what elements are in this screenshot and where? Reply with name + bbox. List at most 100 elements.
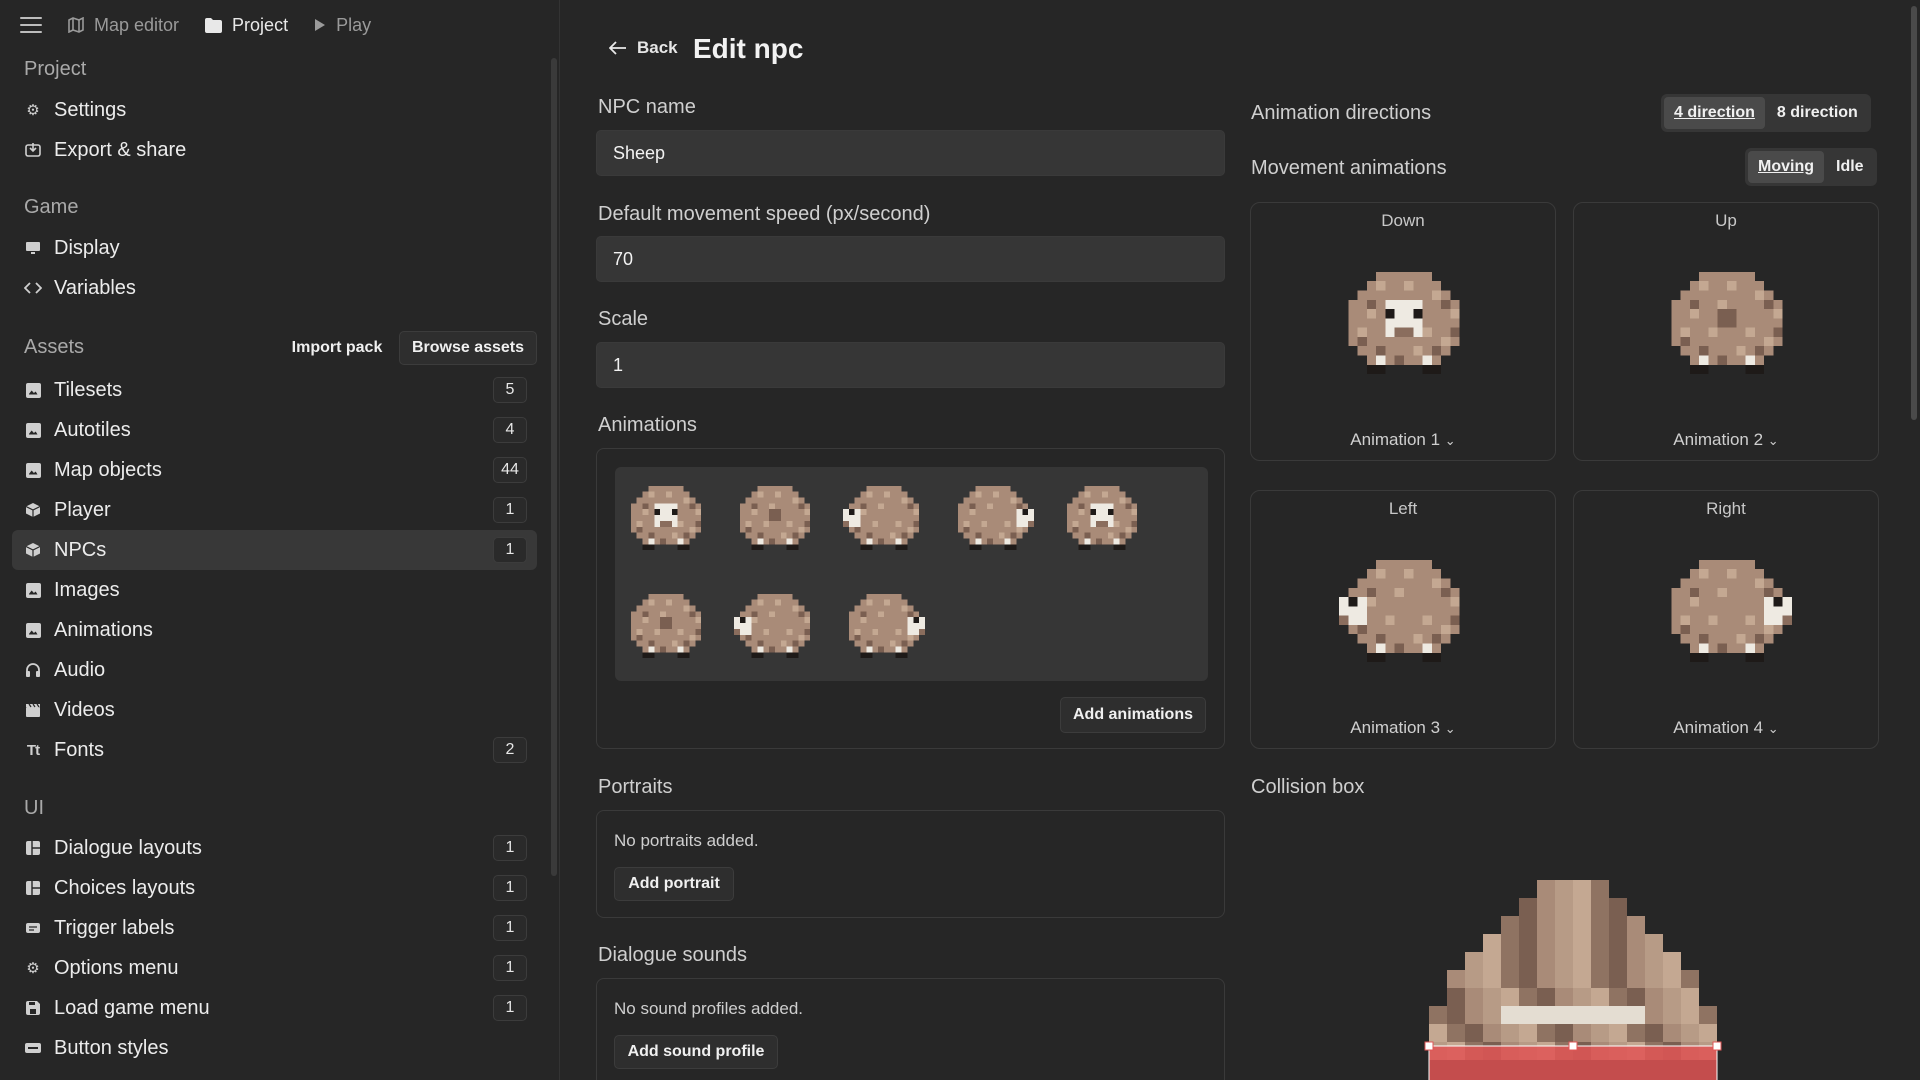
direction-card-up: Up Animation 2 ⌄ [1573, 202, 1879, 461]
image-icon [24, 421, 42, 439]
nav-project[interactable]: Project [205, 15, 288, 36]
layout-icon [24, 839, 42, 857]
cube-icon [24, 541, 42, 559]
collision-box-label: Collision box [1251, 776, 1365, 798]
sidebar-item-images[interactable]: Images [12, 570, 537, 610]
sidebar-item-label: Autotiles [54, 418, 131, 441]
sidebar-item-audio[interactable]: Audio [12, 650, 537, 690]
speed-label: Default movement speed (px/second) [598, 203, 931, 225]
main-scrollbar[interactable] [1908, 0, 1920, 420]
four-direction-option[interactable]: 4 direction [1664, 97, 1765, 129]
cube-icon [24, 501, 42, 519]
animation-select[interactable]: Animation 1 ⌄ [1251, 430, 1555, 450]
direction-card-title: Down [1381, 211, 1425, 230]
play-icon [315, 19, 326, 31]
sidebar-item-npcs[interactable]: NPCs 1 [12, 530, 537, 570]
animation-select-value: Animation 4 [1673, 718, 1764, 737]
sidebar-item-label: Display [54, 236, 120, 259]
sidebar-scrollbar[interactable] [551, 58, 557, 876]
clapper-icon [24, 701, 42, 719]
add-animations-button[interactable]: Add animations [1060, 697, 1206, 733]
sidebar-item-label: Button styles [54, 1036, 169, 1059]
animations-grid [615, 467, 1208, 681]
section-title-assets: Assets [24, 336, 85, 358]
sidebar-item-choices-layouts[interactable]: Choices layouts 1 [12, 868, 537, 908]
section-title-game: Game [24, 196, 79, 218]
sidebar-item-videos[interactable]: Videos [12, 690, 537, 730]
sidebar-item-label: Fonts [54, 738, 105, 761]
code-icon [24, 279, 42, 297]
scale-label: Scale [598, 308, 649, 330]
animation-thumbnail[interactable] [843, 477, 925, 565]
chevron-down-icon: ⌄ [1444, 433, 1456, 448]
sidebar-item-load-game-menu[interactable]: Load game menu 1 [12, 988, 537, 1028]
section-title-ui: UI [24, 797, 44, 819]
back-button[interactable]: Back [609, 38, 678, 58]
sidebar-item-autotiles[interactable]: Autotiles 4 [12, 410, 537, 450]
animation-thumbnail[interactable] [625, 585, 707, 673]
label-icon [24, 919, 42, 937]
sidebar-item-options-menu[interactable]: ⚙ Options menu 1 [12, 948, 537, 988]
add-portrait-button[interactable]: Add portrait [614, 867, 734, 901]
animation-select[interactable]: Animation 2 ⌄ [1574, 430, 1878, 450]
eight-direction-option[interactable]: 8 direction [1767, 97, 1868, 129]
image-icon [24, 621, 42, 639]
nav-map-editor[interactable]: Map editor [68, 15, 179, 36]
sidebar-item-label: Options menu [54, 956, 179, 979]
animation-thumbnail[interactable] [952, 477, 1034, 565]
browse-assets-button[interactable]: Browse assets [399, 331, 537, 365]
collision-box-preview[interactable] [1381, 880, 1761, 1080]
sidebar-item-fonts[interactable]: Tt Fonts 2 [12, 730, 537, 770]
sidebar-item-player[interactable]: Player 1 [12, 490, 537, 530]
sidebar-item-label: Player [54, 498, 111, 521]
speed-input[interactable]: 70 [596, 236, 1225, 282]
count-badge: 1 [493, 497, 527, 523]
sidebar-item-label: Choices layouts [54, 876, 196, 899]
sidebar-item-label: Export & share [54, 138, 187, 161]
sidebar-item-variables[interactable]: Variables [12, 268, 537, 308]
animation-select[interactable]: Animation 4 ⌄ [1574, 718, 1878, 738]
count-badge: 5 [493, 377, 527, 403]
animation-thumbnail[interactable] [843, 585, 925, 673]
sidebar-item-button-styles[interactable]: Button styles [12, 1028, 537, 1068]
section-title-project: Project [24, 58, 87, 80]
sidebar-item-tilesets[interactable]: Tilesets 5 [12, 370, 537, 410]
sidebar: Map editor Project Play Project ⚙ Settin… [0, 0, 560, 1080]
headphones-icon [24, 661, 42, 679]
image-icon [24, 581, 42, 599]
sidebar-item-map-objects[interactable]: Map objects 44 [12, 450, 537, 490]
sidebar-item-label: Images [54, 578, 120, 601]
animation-thumbnail[interactable] [625, 477, 707, 565]
sidebar-item-animations[interactable]: Animations [12, 610, 537, 650]
add-sound-profile-button[interactable]: Add sound profile [614, 1035, 778, 1069]
animations-label: Animations [598, 414, 697, 436]
scale-input[interactable]: 1 [596, 342, 1225, 388]
moving-option[interactable]: Moving [1748, 151, 1824, 183]
layout-icon [24, 879, 42, 897]
sidebar-item-dialogue-layouts[interactable]: Dialogue layouts 1 [12, 828, 537, 868]
sidebar-item-export[interactable]: Export & share [12, 130, 537, 170]
sidebar-item-display[interactable]: Display [12, 228, 537, 268]
sidebar-item-label: Map objects [54, 458, 162, 481]
sidebar-item-label: Load game menu [54, 996, 210, 1019]
chevron-down-icon: ⌄ [1767, 721, 1779, 736]
animation-thumbnail[interactable] [734, 585, 816, 673]
npc-name-label: NPC name [598, 96, 696, 118]
sidebar-item-label: Videos [54, 698, 115, 721]
no-portraits-text: No portraits added. [614, 831, 759, 850]
nav-play[interactable]: Play [314, 15, 371, 36]
idle-option[interactable]: Idle [1826, 151, 1874, 183]
animation-thumbnail[interactable] [1061, 477, 1143, 565]
menu-icon[interactable] [20, 17, 42, 33]
npc-name-input[interactable]: Sheep [596, 130, 1225, 176]
animation-select-value: Animation 1 [1350, 430, 1441, 449]
sidebar-item-settings[interactable]: ⚙ Settings [12, 90, 537, 130]
count-badge: 1 [493, 835, 527, 861]
image-icon [24, 381, 42, 399]
count-badge: 44 [493, 457, 527, 483]
animation-select[interactable]: Animation 3 ⌄ [1251, 718, 1555, 738]
import-pack-button[interactable]: Import pack [282, 331, 392, 365]
sidebar-item-trigger-labels[interactable]: Trigger labels 1 [12, 908, 537, 948]
animation-thumbnail[interactable] [734, 477, 816, 565]
map-icon [68, 17, 84, 33]
